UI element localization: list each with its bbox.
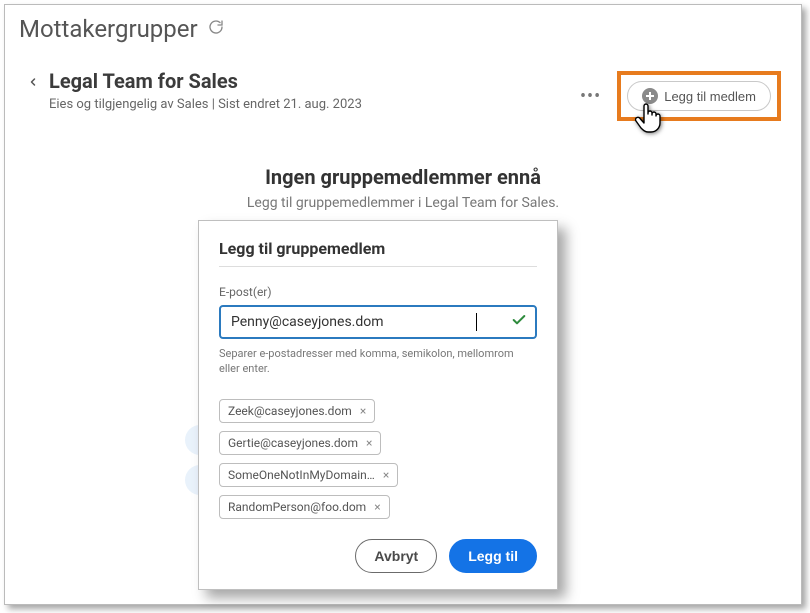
back-button[interactable] — [25, 69, 49, 94]
chip-remove-icon[interactable]: × — [360, 404, 366, 418]
group-name: Legal Team for Sales — [49, 69, 576, 93]
chip-remove-icon[interactable]: × — [366, 436, 372, 450]
email-input-wrap[interactable]: Penny@caseyjones.dom — [219, 305, 537, 339]
email-field-label: E-post(er) — [219, 285, 537, 299]
page-title-row: Mottakergrupper — [5, 5, 801, 47]
empty-state-title: Ingen gruppemedlemmer ennå — [25, 165, 781, 189]
email-chip-label: SomeOneNotInMyDomain… — [228, 468, 375, 482]
email-chip-label: Zeek@caseyjones.dom — [228, 404, 352, 418]
cancel-button[interactable]: Avbryt — [355, 539, 437, 573]
chip-remove-icon[interactable]: × — [383, 468, 389, 482]
group-header: Legal Team for Sales Eies og tilgjengeli… — [5, 47, 801, 129]
email-chip-list: Zeek@caseyjones.dom×Gertie@caseyjones.do… — [219, 399, 537, 519]
refresh-icon[interactable] — [208, 19, 224, 39]
submit-button[interactable]: Legg til — [449, 539, 537, 573]
email-input[interactable]: Penny@caseyjones.dom — [231, 314, 476, 330]
group-header-actions: ••• Legg til medlem — [576, 69, 781, 121]
plus-circle-icon — [642, 88, 658, 104]
pointer-cursor-icon — [635, 103, 661, 139]
email-chip-label: Gertie@caseyjones.dom — [228, 436, 358, 450]
dialog-actions: Avbryt Legg til — [219, 539, 537, 573]
more-actions-button[interactable]: ••• — [576, 84, 605, 109]
page-title: Mottakergrupper — [19, 15, 198, 43]
check-icon — [511, 312, 527, 332]
dialog-separator — [219, 266, 537, 267]
group-meta: Eies og tilgjengelig av Sales | Sist end… — [49, 97, 576, 112]
add-member-dialog: Legg til gruppemedlem E-post(er) Penny@c… — [198, 220, 558, 590]
email-chip-label: RandomPerson@foo.dom — [228, 500, 366, 514]
email-helper-text: Separer e-postadresser med komma, semiko… — [219, 347, 537, 377]
dialog-title: Legg til gruppemedlem — [219, 239, 537, 258]
text-caret — [476, 313, 477, 331]
email-chip[interactable]: RandomPerson@foo.dom × — [219, 495, 390, 519]
tutorial-highlight: Legg til medlem — [617, 71, 781, 121]
empty-state: Ingen gruppemedlemmer ennå Legg til grup… — [5, 129, 801, 211]
email-chip[interactable]: SomeOneNotInMyDomain… × — [219, 463, 398, 487]
empty-state-subtitle: Legg til gruppemedlemmer i Legal Team fo… — [25, 195, 781, 211]
group-header-main: Legal Team for Sales Eies og tilgjengeli… — [49, 69, 576, 112]
email-chip[interactable]: Zeek@caseyjones.dom × — [219, 399, 375, 423]
email-chip[interactable]: Gertie@caseyjones.dom × — [219, 431, 381, 455]
chip-remove-icon[interactable]: × — [374, 500, 380, 514]
add-member-label: Legg til medlem — [664, 89, 756, 104]
